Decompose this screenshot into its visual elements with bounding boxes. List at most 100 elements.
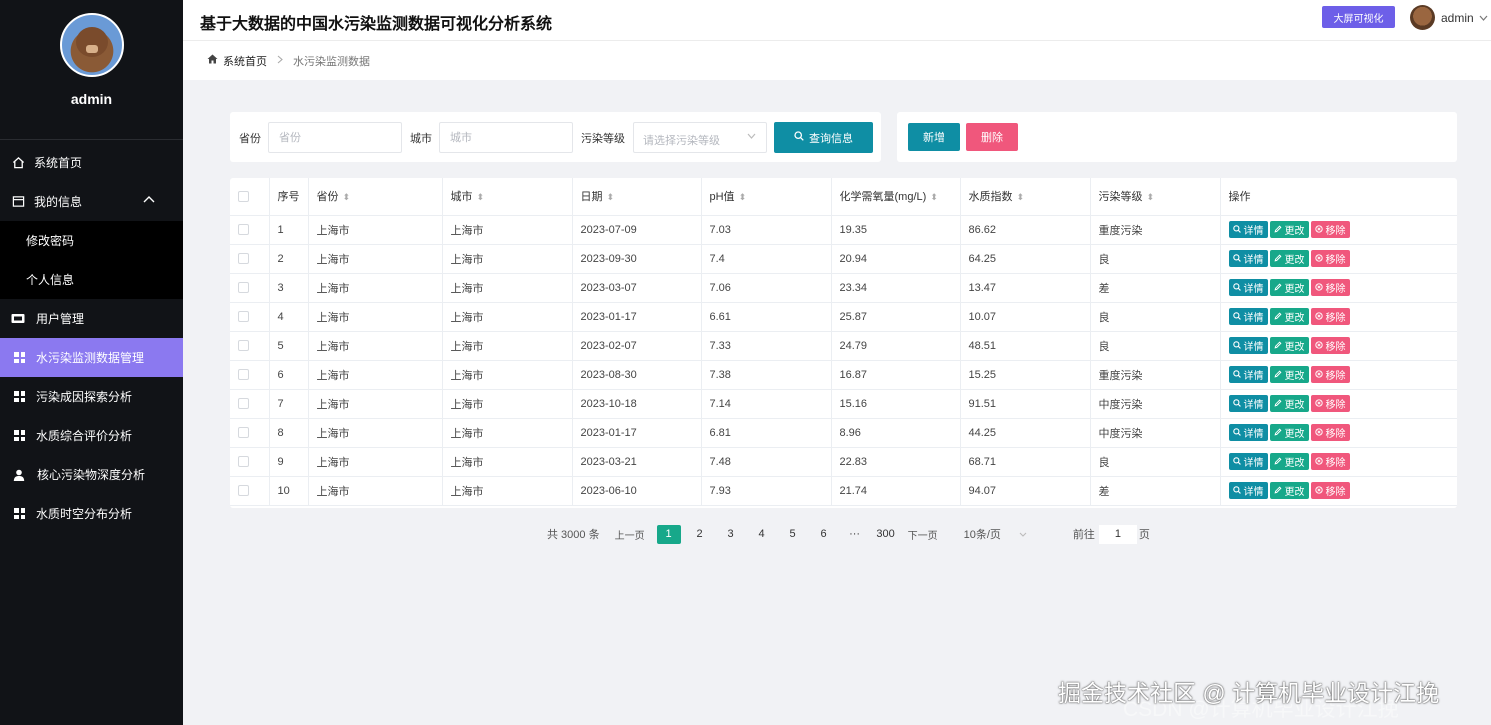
edit-button[interactable]: 更改 [1269, 308, 1309, 325]
row-select-cell[interactable] [230, 447, 270, 477]
row-select-cell[interactable] [230, 360, 270, 390]
pagination-prev[interactable]: 上一页 [615, 527, 645, 542]
row-checkbox[interactable] [238, 398, 249, 410]
user-menu[interactable]: admin [1410, 5, 1488, 30]
remove-button[interactable]: 移除 [1310, 221, 1350, 238]
column-header-ph[interactable]: pH值 ⬍ [701, 178, 832, 216]
edit-button[interactable]: 更改 [1269, 453, 1309, 470]
edit-button[interactable]: 更改 [1269, 337, 1309, 354]
pagination-page[interactable]: 4 [750, 525, 774, 544]
sort-icon[interactable]: ⬍ [1017, 192, 1025, 202]
pagination-page[interactable]: 3 [719, 525, 743, 544]
pagination-page[interactable]: 1 [656, 524, 681, 544]
pollution-level-select[interactable]: 请选择污染等级 [633, 122, 767, 153]
sort-icon[interactable]: ⬍ [930, 192, 938, 202]
sidebar-item-pollution-cause-analysis[interactable]: 污染成因探索分析 [0, 377, 183, 416]
row-select-cell[interactable] [230, 418, 270, 448]
big-screen-button[interactable]: 大屏可视化 [1322, 6, 1395, 28]
sidebar-item-change-password[interactable]: 修改密码 [0, 221, 183, 260]
sidebar-item-core-pollutant-analysis[interactable]: 核心污染物深度分析 [0, 455, 183, 494]
sidebar-item-water-data-management[interactable]: 水污染监测数据管理 [0, 338, 183, 377]
sort-icon[interactable]: ⬍ [607, 192, 615, 202]
row-select-cell[interactable] [230, 302, 270, 332]
row-select-cell[interactable] [230, 389, 270, 419]
sidebar-item-spatiotemporal-analysis[interactable]: 水质时空分布分析 [0, 494, 183, 533]
table-row[interactable]: 2 上海市 上海市 2023-09-30 7.4 20.94 64.25 良详情 更改 移除 [230, 244, 1457, 274]
pagination-ellipsis[interactable]: ··· [843, 525, 867, 544]
table-row[interactable]: 6 上海市 上海市 2023-08-30 7.38 16.87 15.25 重度污染 详情 更改移… [230, 360, 1457, 390]
sidebar-item-personal-info[interactable]: 个人信息 [0, 260, 183, 299]
row-checkbox[interactable] [238, 282, 249, 294]
edit-button[interactable]: 更改 [1269, 221, 1309, 238]
detail-button[interactable]: 详情 [1228, 337, 1268, 354]
row-select-cell[interactable] [230, 273, 270, 303]
detail-button[interactable]: 详情 [1228, 308, 1268, 325]
pagination-page[interactable]: 300 [874, 525, 898, 544]
column-header-date[interactable]: 日期 ⬍ [572, 178, 702, 216]
pagination-page[interactable]: 2 [688, 525, 712, 544]
row-checkbox[interactable] [238, 224, 249, 236]
remove-button[interactable]: 移除 [1310, 308, 1350, 325]
sidebar-item-home[interactable]: 系统首页 [0, 143, 183, 182]
query-button[interactable]: 查询信息 [774, 122, 873, 153]
row-checkbox[interactable] [238, 456, 249, 468]
row-select-cell[interactable] [230, 215, 270, 245]
sidebar-item-water-quality-evaluation[interactable]: 水质综合评价分析 [0, 416, 183, 455]
row-checkbox[interactable] [238, 253, 249, 265]
table-row[interactable]: 1 上海市 上海市 2023-07-09 7.03 19.35 86.62 重度污染 详情 更改移… [230, 215, 1457, 245]
row-select-cell[interactable] [230, 331, 270, 361]
detail-button[interactable]: 详情 [1228, 221, 1268, 238]
detail-button[interactable]: 详情 [1228, 424, 1268, 441]
column-header-city[interactable]: 城市 ⬍ [442, 178, 573, 216]
pagination-next[interactable]: 下一页 [908, 527, 938, 542]
column-header-wqi[interactable]: 水质指数 ⬍ [960, 178, 1091, 216]
row-select-cell[interactable] [230, 244, 270, 274]
province-input[interactable] [268, 122, 402, 153]
remove-button[interactable]: 移除 [1310, 250, 1350, 267]
select-all-cell[interactable] [230, 178, 270, 216]
table-row[interactable]: 7 上海市 上海市 2023-10-18 7.14 15.16 91.51 中度污染 详情 更改移… [230, 389, 1457, 419]
detail-button[interactable]: 详情 [1228, 453, 1268, 470]
page-size-select[interactable]: 10条/页 [964, 526, 1027, 542]
detail-button[interactable]: 详情 [1228, 279, 1268, 296]
table-row[interactable]: 8 上海市 上海市 2023-01-17 6.81 8.96 44.25 中度污染 详情 更改 移除 [230, 418, 1457, 448]
edit-button[interactable]: 更改 [1269, 250, 1309, 267]
breadcrumb-home[interactable]: 系统首页 [223, 53, 267, 69]
remove-button[interactable]: 移除 [1310, 424, 1350, 441]
delete-button[interactable]: 删除 [966, 123, 1018, 151]
table-row[interactable]: 9 上海市 上海市 2023-03-21 7.48 22.83 68.71 良详情 更改 移除 [230, 447, 1457, 477]
column-header-level[interactable]: 污染等级 ⬍ [1090, 178, 1221, 216]
remove-button[interactable]: 移除 [1310, 366, 1350, 383]
pagination-page[interactable]: 6 [812, 525, 836, 544]
sort-icon[interactable]: ⬍ [343, 192, 351, 202]
sidebar-item-user-management[interactable]: 用户管理 [0, 299, 183, 338]
edit-button[interactable]: 更改 [1269, 279, 1309, 296]
remove-button[interactable]: 移除 [1310, 395, 1350, 412]
pagination-page[interactable]: 5 [781, 525, 805, 544]
row-checkbox[interactable] [238, 311, 249, 323]
sort-icon[interactable]: ⬍ [477, 192, 485, 202]
city-input[interactable] [439, 122, 573, 153]
select-all-checkbox[interactable] [238, 190, 249, 202]
sort-icon[interactable]: ⬍ [1147, 192, 1155, 202]
sidebar-item-my-info[interactable]: 我的信息 [0, 182, 183, 221]
detail-button[interactable]: 详情 [1228, 366, 1268, 383]
user-name[interactable]: admin [1441, 11, 1474, 25]
column-header-cod[interactable]: 化学需氧量(mg/L) ⬍ [831, 178, 961, 216]
row-checkbox[interactable] [238, 340, 249, 352]
detail-button[interactable]: 详情 [1228, 395, 1268, 412]
row-checkbox[interactable] [238, 369, 249, 381]
detail-button[interactable]: 详情 [1228, 482, 1268, 499]
table-row[interactable]: 10 上海市 上海市 2023-06-10 7.93 21.74 94.07 差详情 更改 移除 [230, 476, 1457, 506]
chevron-down-icon[interactable] [1479, 13, 1488, 23]
edit-button[interactable]: 更改 [1269, 424, 1309, 441]
remove-button[interactable]: 移除 [1310, 453, 1350, 470]
edit-button[interactable]: 更改 [1269, 366, 1309, 383]
row-checkbox[interactable] [238, 427, 249, 439]
add-button[interactable]: 新增 [908, 123, 960, 151]
table-row[interactable]: 5 上海市 上海市 2023-02-07 7.33 24.79 48.51 良详情 更改 移除 [230, 331, 1457, 361]
remove-button[interactable]: 移除 [1310, 337, 1350, 354]
table-row[interactable]: 3 上海市 上海市 2023-03-07 7.06 23.34 13.47 差详情 更改 移除 [230, 273, 1457, 303]
detail-button[interactable]: 详情 [1228, 250, 1268, 267]
avatar[interactable] [59, 13, 124, 77]
